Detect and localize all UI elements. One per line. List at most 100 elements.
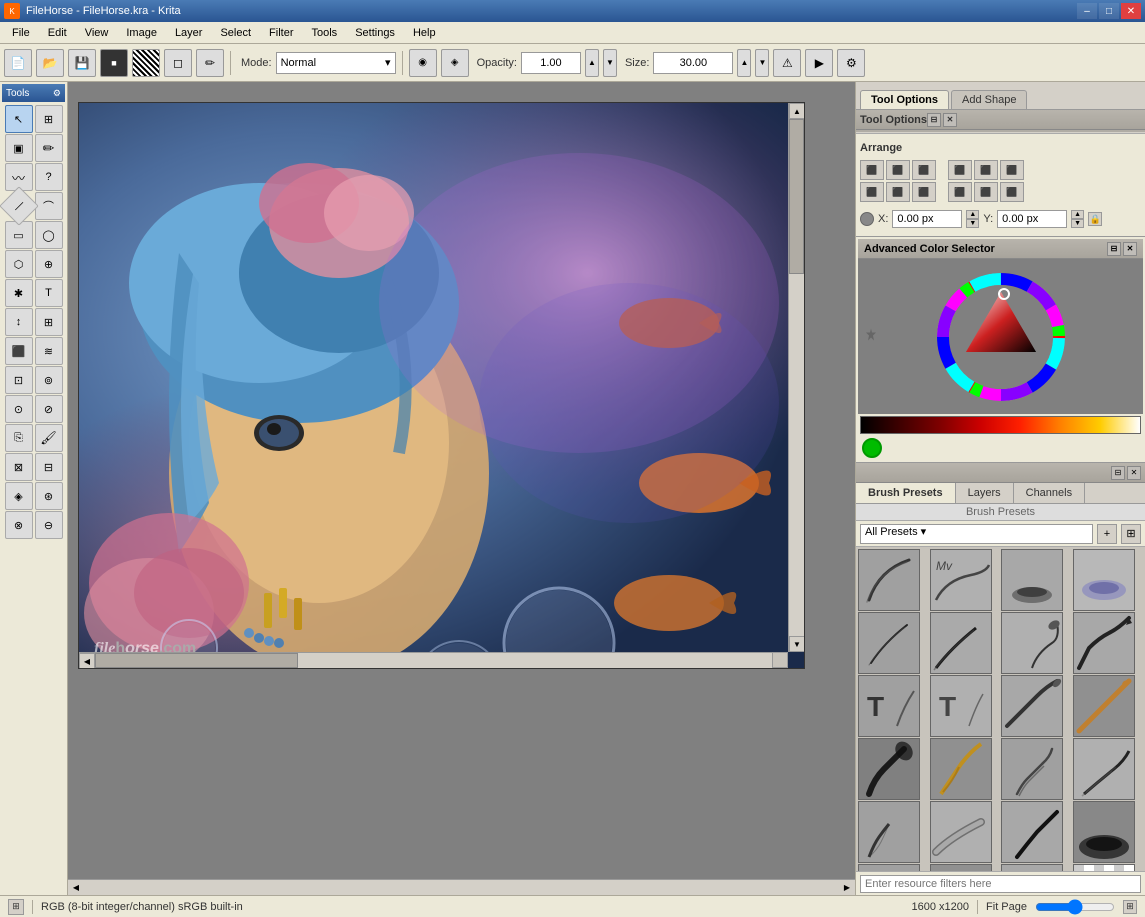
brush-preset-5[interactable] <box>858 612 920 674</box>
close-button[interactable]: ✕ <box>1121 3 1141 19</box>
unknown-tool-12[interactable]: ⊖ <box>35 511 63 539</box>
menu-filter[interactable]: Filter <box>261 25 301 41</box>
brush-tool[interactable]: ✏ <box>35 134 63 162</box>
tab-channels[interactable]: Channels <box>1014 483 1085 503</box>
brush-preset-15[interactable] <box>1001 738 1063 800</box>
minimize-button[interactable]: – <box>1077 3 1097 19</box>
distribute-bottom[interactable]: ⬛ <box>1000 182 1024 202</box>
preset-grid-button[interactable]: ⊞ <box>1121 524 1141 544</box>
menu-file[interactable]: File <box>4 25 38 41</box>
preset-add-button[interactable]: + <box>1097 524 1117 544</box>
transform-tool[interactable]: ⊞ <box>35 105 63 133</box>
brush-preset-12[interactable] <box>1073 675 1135 737</box>
unknown-tool-6[interactable]: ⊘ <box>35 395 63 423</box>
brush-preset-16[interactable] <box>1073 738 1135 800</box>
fit-page-button[interactable]: ⊞ <box>1123 900 1137 914</box>
preset-filter-dropdown[interactable]: All Presets ▾ <box>860 524 1093 544</box>
brush-preset-18[interactable] <box>930 801 992 863</box>
zoom-slider[interactable] <box>1035 900 1115 914</box>
brush-preset-21[interactable] <box>858 864 920 871</box>
measure-tool[interactable]: ⬛ <box>5 337 33 365</box>
brush-preset-23[interactable] <box>1001 864 1063 871</box>
brush-pattern-button[interactable] <box>132 49 160 77</box>
color-panel-close[interactable]: ✕ <box>1123 242 1137 256</box>
paint-brush[interactable]: 🖌 <box>35 424 63 452</box>
brush-filter-input[interactable] <box>860 875 1141 893</box>
unknown-tool-2[interactable]: ≋ <box>35 337 63 365</box>
menu-image[interactable]: Image <box>118 25 165 41</box>
unknown-tool-1[interactable]: ? <box>35 163 63 191</box>
panel-float-icon[interactable]: ⊟ <box>927 113 941 127</box>
size-input[interactable] <box>653 52 733 74</box>
star-tool[interactable]: ✱ <box>5 279 33 307</box>
brush-panel-float[interactable]: ⊟ <box>1111 466 1125 480</box>
menu-help[interactable]: Help <box>405 25 444 41</box>
brush-preset-24[interactable] <box>1073 864 1135 871</box>
line-tool[interactable]: — <box>0 186 38 226</box>
brush-preset-8[interactable] <box>1073 612 1135 674</box>
menu-edit[interactable]: Edit <box>40 25 75 41</box>
unknown-tool-7[interactable]: ⊠ <box>5 453 33 481</box>
size-down[interactable]: ▼ <box>755 49 769 77</box>
tab-brush-presets[interactable]: Brush Presets <box>856 483 956 503</box>
menu-select[interactable]: Select <box>212 25 259 41</box>
canvas-nav-right[interactable]: ▶ <box>839 880 855 896</box>
opacity-down[interactable]: ▼ <box>603 49 617 77</box>
tab-add-shape[interactable]: Add Shape <box>951 90 1027 109</box>
unknown-tool-3[interactable]: ⊡ <box>5 366 33 394</box>
distribute-center-v[interactable]: ⬛ <box>974 182 998 202</box>
menu-settings[interactable]: Settings <box>347 25 403 41</box>
crop-tool[interactable]: ▣ <box>5 134 33 162</box>
distribute-top[interactable]: ⬛ <box>948 182 972 202</box>
lock-aspect[interactable]: 🔒 <box>1088 212 1102 226</box>
fill-tool[interactable]: ⊕ <box>35 250 63 278</box>
tab-layers[interactable]: Layers <box>956 483 1014 503</box>
align-right[interactable]: ⬛ <box>912 160 936 180</box>
distribute-center-h[interactable]: ⬛ <box>974 160 998 180</box>
distribute-right[interactable]: ⬛ <box>1000 160 1024 180</box>
unknown-tool-8[interactable]: ⊟ <box>35 453 63 481</box>
align-center-v[interactable]: ⬛ <box>886 182 910 202</box>
align-bottom[interactable]: ⬛ <box>912 182 936 202</box>
brush-preset-20[interactable] <box>1073 801 1135 863</box>
panel-close-icon[interactable]: ✕ <box>943 113 957 127</box>
ellipse-tool[interactable]: ◯ <box>35 221 63 249</box>
scroll-left-button[interactable]: ◀ <box>79 653 95 669</box>
eraser-button[interactable]: ◻ <box>164 49 192 77</box>
brush-preset-3[interactable] <box>1001 549 1063 611</box>
color-wheel-svg[interactable] <box>936 272 1066 402</box>
canvas-area[interactable]: filehorse.com ▲ ▼ ◀ ▶ <box>68 82 855 895</box>
scroll-down-button[interactable]: ▼ <box>789 636 805 652</box>
zoom-tool[interactable]: ↕ <box>5 308 33 336</box>
unknown-tool-10[interactable]: ⊛ <box>35 482 63 510</box>
title-bar-controls[interactable]: – □ ✕ <box>1077 3 1141 19</box>
brush-preset-2[interactable]: Mv <box>930 549 992 611</box>
brush-preset-22[interactable] <box>930 864 992 871</box>
scroll-track-v[interactable] <box>789 119 804 636</box>
align-center-h[interactable]: ⬛ <box>886 160 910 180</box>
color-gradient-bar[interactable] <box>860 416 1141 434</box>
brush-preset-11[interactable] <box>1001 675 1063 737</box>
color-panel-float[interactable]: ⊟ <box>1107 242 1121 256</box>
layer-button[interactable]: ◈ <box>441 49 469 77</box>
maximize-button[interactable]: □ <box>1099 3 1119 19</box>
brush-panel-close[interactable]: ✕ <box>1127 466 1141 480</box>
mode-dropdown[interactable]: Normal ▾ <box>276 52 396 74</box>
text-tool[interactable]: T <box>35 279 63 307</box>
blend-button[interactable]: ◉ <box>409 49 437 77</box>
unknown-tool-5[interactable]: ⊙ <box>5 395 33 423</box>
pressure-button[interactable]: ⚠ <box>773 49 801 77</box>
color-picker-icon[interactable] <box>864 328 878 345</box>
play-button[interactable]: ▶ <box>805 49 833 77</box>
settings-button[interactable]: ⚙ <box>837 49 865 77</box>
brush-preset-6[interactable] <box>930 612 992 674</box>
brush-preset-14[interactable] <box>930 738 992 800</box>
menu-view[interactable]: View <box>77 25 117 41</box>
select-tool[interactable]: ↖ <box>5 105 33 133</box>
y-down[interactable]: ▼ <box>1071 219 1084 228</box>
horizontal-scrollbar[interactable]: ◀ ▶ <box>79 652 788 668</box>
brush-preset-19[interactable] <box>1001 801 1063 863</box>
menu-layer[interactable]: Layer <box>167 25 211 41</box>
menu-tools[interactable]: Tools <box>304 25 346 41</box>
brush-preset-9[interactable]: T <box>858 675 920 737</box>
